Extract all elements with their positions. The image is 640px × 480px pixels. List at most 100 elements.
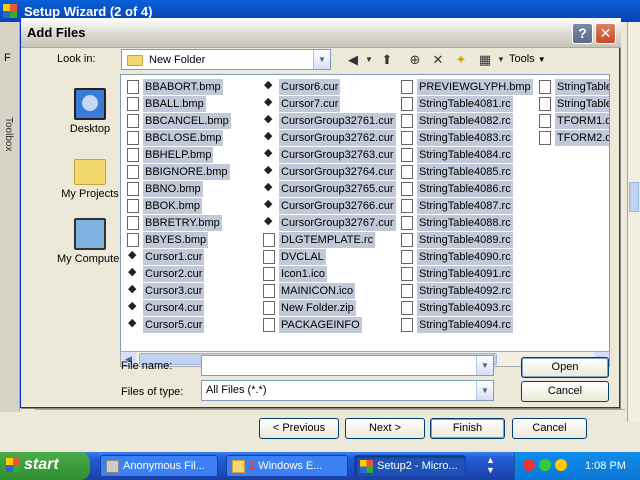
file-list[interactable]: BBABORT.bmp BBALL.bmp BBCANCEL.bmp BBCLOSE.… [120, 74, 610, 363]
file-icon [401, 199, 413, 213]
file-type-value: All Files (*.*) [206, 384, 267, 396]
finish-button[interactable]: Finish [430, 418, 505, 439]
file-name: BBYES.bmp [143, 232, 209, 248]
file-icon [401, 301, 413, 315]
file-name: BBABORT.bmp [143, 79, 223, 95]
wizard-scrollbar[interactable] [627, 22, 640, 422]
file-icon [401, 80, 413, 94]
views-dropdown-icon[interactable]: ▼ [491, 51, 511, 69]
file-icon [539, 131, 551, 145]
file-name: StringTable4090.rc [417, 249, 513, 265]
system-tray: 1:08 PM [514, 452, 640, 480]
file-icon [127, 233, 139, 247]
back-dropdown-icon[interactable]: ▼ [359, 51, 379, 69]
wizard-cancel-button[interactable]: Cancel [512, 418, 587, 439]
cursor-file-icon [263, 214, 275, 230]
file-name: BBRETRY.bmp [143, 215, 222, 231]
file-name: CursorGroup32765.cur [279, 181, 396, 197]
chevron-down-icon[interactable]: ▼ [313, 50, 330, 69]
file-name: Cursor1.cur [143, 249, 205, 265]
close-button[interactable]: ✕ [595, 23, 616, 44]
file-icon [263, 250, 275, 264]
chevron-down-icon[interactable]: ▼ [476, 356, 493, 375]
file-name: StringTable4094.rc [417, 317, 513, 333]
file-name: CursorGroup32766.cur [279, 198, 396, 214]
file-icon [263, 301, 275, 315]
file-name: StringTable [555, 96, 609, 112]
file-name: Icon1.ico [279, 266, 328, 282]
file-name: CursorGroup32764.cur [279, 164, 396, 180]
toolbox-strip[interactable]: F Toolbox [0, 22, 20, 412]
new-folder-icon[interactable]: ✦ [451, 51, 471, 69]
toolbox-tab[interactable]: Toolbox [3, 117, 14, 151]
file-icon [539, 114, 551, 128]
windows-logo-icon [6, 458, 20, 472]
file-icon [401, 250, 413, 264]
task-label: Setup2 - Micro... [377, 460, 458, 472]
cursor-file-icon [127, 299, 139, 315]
file-icon [127, 165, 139, 179]
up-one-level-icon[interactable]: ⬆ [377, 51, 397, 69]
place-label: My Projects [61, 188, 119, 200]
scrollbar-thumb[interactable] [629, 182, 639, 212]
file-name: Cursor3.cur [143, 283, 205, 299]
app-icon [360, 460, 373, 473]
start-button[interactable]: start [0, 452, 90, 480]
file-name: StringTable4084.rc [417, 147, 513, 163]
file-name: StringTable4085.rc [417, 164, 513, 180]
file-name: CursorGroup32762.cur [279, 130, 396, 146]
file-name: New Folder.zip [279, 300, 356, 316]
file-name: StringTable4083.rc [417, 130, 513, 146]
cursor-file-icon [263, 129, 275, 145]
cursor-file-icon [127, 316, 139, 332]
tools-label: Tools [509, 53, 535, 65]
next-button[interactable]: Next > [345, 418, 425, 439]
file-icon [401, 97, 413, 111]
task-anonymous-files[interactable]: Anonymous Fil... [100, 455, 218, 477]
look-in-dropdown[interactable]: New Folder ▼ [121, 49, 331, 70]
cursor-file-icon [263, 112, 275, 128]
task-setup2[interactable]: Setup2 - Micro... [354, 455, 466, 477]
file-icon [401, 267, 413, 281]
file-name: TFORM1.dfi [555, 113, 609, 129]
tray-app-icon[interactable] [523, 459, 535, 471]
file-icon [401, 318, 413, 332]
file-icon [401, 216, 413, 230]
clock: 1:08 PM [585, 460, 626, 472]
file-type-dropdown[interactable]: All Files (*.*) ▼ [201, 380, 494, 401]
task-label: Anonymous Fil... [123, 460, 205, 472]
desktop-icon [74, 88, 106, 120]
chevron-down-icon[interactable]: ▼ [476, 381, 493, 400]
file-name: CursorGroup32763.cur [279, 147, 396, 163]
help-button[interactable]: ? [572, 23, 593, 44]
file-name: TFORM2.dfi [555, 130, 609, 146]
tray-app-icon[interactable] [555, 459, 567, 471]
cursor-file-icon [263, 163, 275, 179]
search-web-icon[interactable]: ⊕ [405, 51, 425, 69]
open-button[interactable]: Open [521, 357, 609, 378]
file-name-input[interactable]: ▼ [201, 355, 494, 376]
previous-button[interactable]: < Previous [259, 418, 339, 439]
file-icon [127, 114, 139, 128]
tools-menu[interactable]: Tools ▼ [509, 53, 546, 65]
wizard-divider [35, 409, 625, 410]
file-name: CursorGroup32761.cur [279, 113, 396, 129]
delete-icon[interactable]: ✕ [428, 51, 448, 69]
file-name: Cursor7.cur [279, 96, 341, 112]
look-in-label: Look in: [57, 53, 96, 65]
dialog-title-bar[interactable]: Add Files ? ✕ [21, 18, 621, 48]
file-icon [127, 182, 139, 196]
cursor-file-icon [263, 95, 275, 111]
file-icon [263, 267, 275, 281]
computer-icon [74, 218, 106, 250]
task-windows-explorer-group[interactable]: 2 Windows E... [226, 455, 348, 477]
place-label: Desktop [69, 123, 111, 135]
file-name: StringTable4081.rc [417, 96, 513, 112]
task-scroll-icon[interactable]: ▲ ▼ [486, 455, 495, 475]
tray-app-icon[interactable] [539, 459, 551, 471]
cursor-file-icon [127, 265, 139, 281]
menu-letter[interactable]: F [4, 52, 11, 64]
file-name: Cursor2.cur [143, 266, 205, 282]
dialog-cancel-button[interactable]: Cancel [521, 381, 609, 402]
file-icon [263, 233, 275, 247]
